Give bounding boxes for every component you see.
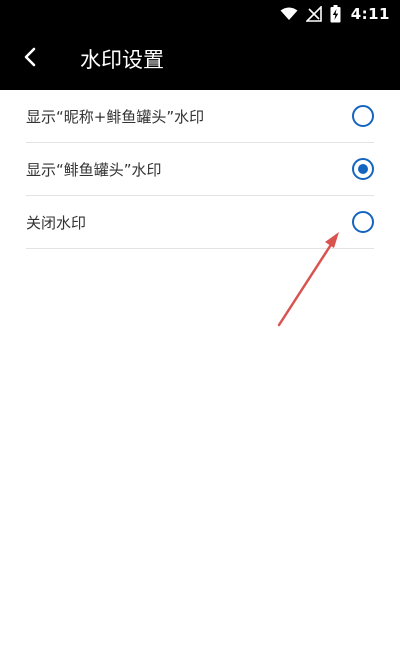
app-bar: 水印设置	[0, 28, 400, 90]
radio-button-unchecked[interactable]	[352, 211, 374, 233]
radio-button-unchecked[interactable]	[352, 105, 374, 127]
watermark-option-off[interactable]: 关闭水印	[26, 196, 374, 249]
radio-button-checked[interactable]	[352, 158, 374, 180]
status-icons: 4:11	[280, 0, 390, 28]
wifi-icon	[280, 7, 298, 21]
status-bar: 4:11	[0, 0, 400, 28]
page-title: 水印设置	[80, 48, 164, 72]
chevron-left-icon	[23, 47, 37, 71]
battery-charging-icon	[330, 5, 341, 23]
watermark-option-brand-only[interactable]: 显示“鲱鱼罐头”水印	[26, 143, 374, 196]
signal-icon	[305, 6, 322, 22]
back-button[interactable]	[12, 42, 48, 76]
option-label: 关闭水印	[26, 213, 87, 232]
option-label: 显示“鲱鱼罐头”水印	[26, 160, 162, 179]
status-clock: 4:11	[350, 5, 390, 23]
option-label: 显示“昵称+鲱鱼罐头”水印	[26, 107, 205, 126]
watermark-option-nickname-and-brand[interactable]: 显示“昵称+鲱鱼罐头”水印	[26, 90, 374, 143]
watermark-options-list: 显示“昵称+鲱鱼罐头”水印 显示“鲱鱼罐头”水印 关闭水印	[0, 90, 400, 249]
